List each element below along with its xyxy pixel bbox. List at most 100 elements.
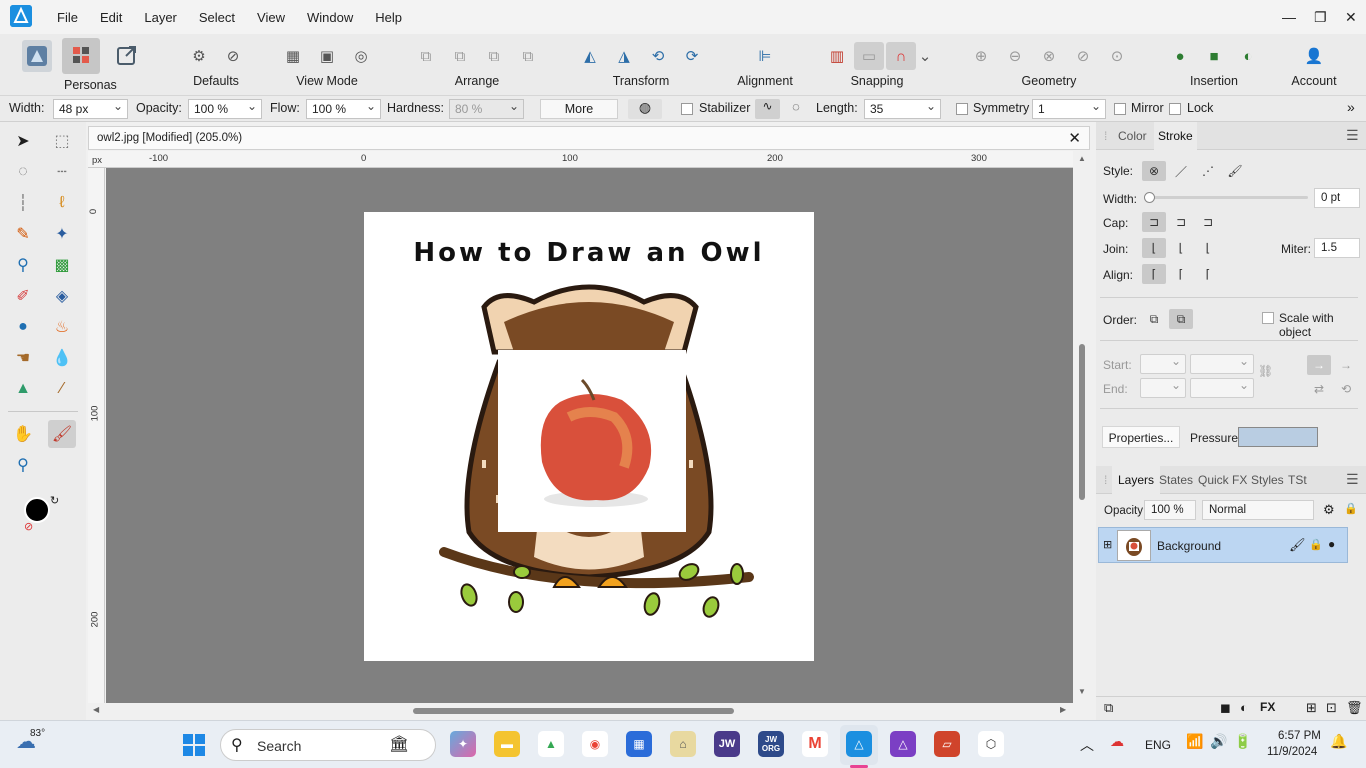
- menu-edit[interactable]: Edit: [89, 10, 133, 25]
- layer-settings-icon[interactable]: ⚙: [1323, 502, 1335, 518]
- snapping-dropdown-icon[interactable]: ⌄: [918, 42, 932, 70]
- blend-mode-select[interactable]: Normal: [1202, 500, 1314, 520]
- google-drive-icon[interactable]: ▲: [538, 731, 564, 757]
- volume-icon[interactable]: 🔊: [1210, 733, 1227, 750]
- menu-layer[interactable]: Layer: [133, 10, 188, 25]
- scroll-down-arrow-icon[interactable]: ▼: [1078, 687, 1086, 696]
- geometry-intersect-icon[interactable]: ⊗: [1034, 42, 1064, 70]
- affinity-publisher-icon[interactable]: ▱: [934, 731, 960, 757]
- align-outside-icon[interactable]: ⌈: [1196, 264, 1220, 284]
- lock-layer-icon[interactable]: 🔒: [1344, 502, 1358, 515]
- notifications-bell-icon[interactable]: 🔔: [1330, 733, 1347, 750]
- hand-tool-icon[interactable]: ✋: [9, 420, 37, 448]
- snapping-grid-icon[interactable]: ▥: [822, 42, 852, 70]
- geometry-add-icon[interactable]: ⊕: [966, 42, 996, 70]
- dashed-line-icon[interactable]: ⋰: [1196, 161, 1220, 181]
- symmetry-count-field[interactable]: 1: [1032, 99, 1106, 119]
- photo-persona-icon[interactable]: [22, 40, 52, 72]
- brush-options-icon[interactable]: ◍: [628, 99, 662, 119]
- network-alert-icon[interactable]: ☁: [1110, 733, 1124, 750]
- swap-arrowheads-icon[interactable]: ⇄: [1307, 379, 1331, 399]
- menu-view[interactable]: View: [246, 10, 296, 25]
- move-to-front-icon[interactable]: ⧉: [513, 42, 543, 70]
- layer-visibility-icon[interactable]: ●: [1328, 537, 1335, 551]
- fx-icon[interactable]: FX: [1260, 700, 1275, 714]
- swap-colors-icon[interactable]: ↻: [50, 494, 59, 507]
- color-picker-icon[interactable]: ⁄: [48, 375, 76, 403]
- layer-name[interactable]: Background: [1157, 539, 1221, 553]
- blur-tool-icon[interactable]: 💧: [48, 344, 76, 372]
- arrowhead-position-icon[interactable]: →: [1307, 355, 1331, 375]
- lock-checkbox[interactable]: [1169, 103, 1181, 115]
- close-window-button[interactable]: ✕: [1345, 0, 1357, 34]
- dodge-tool-icon[interactable]: ♨: [48, 313, 76, 341]
- show-hidden-icons-button[interactable]: ︿: [1080, 735, 1094, 755]
- vertical-scroll-thumb[interactable]: [1079, 344, 1085, 500]
- bevel-join-icon[interactable]: ⌊: [1196, 238, 1220, 258]
- end-arrowhead-select[interactable]: [1140, 378, 1186, 398]
- view-mode-3-icon[interactable]: ◎: [346, 42, 376, 70]
- add-group-icon[interactable]: ⊡: [1326, 700, 1337, 716]
- texture-line-icon[interactable]: 🖌: [1223, 161, 1247, 181]
- stroke-width-slider[interactable]: [1148, 196, 1308, 199]
- affinity-photo-taskbar-icon[interactable]: △: [846, 731, 872, 757]
- scale-with-object-checkbox[interactable]: [1262, 312, 1274, 324]
- magic-wand-icon[interactable]: ✦: [48, 220, 76, 248]
- move-tool-icon[interactable]: ➤: [9, 127, 37, 155]
- tab-quick-fx[interactable]: Quick FX: [1198, 473, 1247, 487]
- square-cap-icon[interactable]: ⊐: [1196, 212, 1220, 232]
- revert-defaults-icon[interactable]: ⊘: [218, 42, 248, 70]
- scroll-up-arrow-icon[interactable]: ▲: [1078, 154, 1086, 163]
- tab-tst[interactable]: TSt: [1288, 473, 1307, 487]
- clock-date[interactable]: 11/9/2024: [1267, 746, 1317, 758]
- round-cap-icon[interactable]: ⊐: [1169, 212, 1193, 232]
- geometry-subtract-icon[interactable]: ⊖: [1000, 42, 1030, 70]
- insert-behind-icon[interactable]: ●: [1165, 42, 1195, 70]
- geometry-xor-icon[interactable]: ⊘: [1068, 42, 1098, 70]
- round-join-icon[interactable]: ⌊: [1169, 238, 1193, 258]
- chrome-icon[interactable]: ◉: [582, 731, 608, 757]
- tab-states[interactable]: States: [1159, 473, 1193, 487]
- zoom-tool-icon[interactable]: ⚲: [9, 451, 37, 479]
- file-explorer-icon[interactable]: ▬: [494, 731, 520, 757]
- view-mode-2-icon[interactable]: ▣: [312, 42, 342, 70]
- rectangular-marquee-icon[interactable]: ⬚: [48, 127, 76, 155]
- mirror-checkbox[interactable]: [1114, 103, 1126, 115]
- jw-library-icon[interactable]: JW: [714, 731, 740, 757]
- brush-flow-field[interactable]: 100 %: [306, 99, 381, 119]
- rope-mode-icon[interactable]: ∿: [755, 99, 780, 119]
- panel-menu-icon[interactable]: ☰: [1346, 127, 1359, 144]
- move-back-one-icon[interactable]: ⧉: [445, 42, 475, 70]
- zoom-tool-alt-icon[interactable]: ⚲: [9, 251, 37, 279]
- app-icon[interactable]: ⌂: [670, 731, 696, 757]
- jw-org-icon[interactable]: JW ORG: [758, 731, 784, 757]
- export-persona-icon[interactable]: [112, 40, 142, 72]
- copilot-icon[interactable]: ✦: [450, 731, 476, 757]
- layer-row[interactable]: ⊞ Background 🖌 🔒 ●: [1098, 527, 1348, 563]
- tab-layers[interactable]: Layers: [1112, 466, 1161, 494]
- start-windows-icon[interactable]: [182, 733, 206, 757]
- restore-button[interactable]: ❐: [1314, 0, 1327, 34]
- scroll-left-arrow-icon[interactable]: ◀: [93, 705, 99, 714]
- elliptical-marquee-icon[interactable]: ◌: [9, 158, 37, 186]
- vertical-scrollbar[interactable]: ▲ ▼: [1075, 151, 1089, 703]
- start-arrowhead-size-select[interactable]: [1190, 354, 1254, 374]
- rotate-right-icon[interactable]: ⟳: [677, 42, 707, 70]
- menu-file[interactable]: File: [46, 10, 89, 25]
- end-arrowhead-size-select[interactable]: [1190, 378, 1254, 398]
- insert-inside-icon[interactable]: ◐: [1233, 42, 1263, 70]
- row-marquee-icon[interactable]: ┄: [48, 158, 76, 186]
- insert-top-icon[interactable]: ■: [1199, 42, 1229, 70]
- horizontal-scrollbar[interactable]: ◀ ▶: [88, 703, 1074, 719]
- column-marquee-icon[interactable]: ┆: [9, 189, 37, 217]
- clock-time[interactable]: 6:57 PM: [1278, 730, 1321, 742]
- no-color-icon[interactable]: ⊘: [24, 520, 33, 533]
- stroke-width-field[interactable]: 0 pt: [1314, 188, 1360, 208]
- battery-icon[interactable]: 🔋: [1234, 733, 1251, 750]
- affinity-designer-icon[interactable]: △: [890, 731, 916, 757]
- snapping-magnet-icon[interactable]: ∩: [886, 42, 916, 70]
- geometry-divide-icon[interactable]: ⊙: [1102, 42, 1132, 70]
- flip-horizontal-icon[interactable]: ◭: [575, 42, 605, 70]
- paint-brush-tool-icon[interactable]: 🖌: [48, 420, 76, 448]
- stabilizer-checkbox[interactable]: [681, 103, 693, 115]
